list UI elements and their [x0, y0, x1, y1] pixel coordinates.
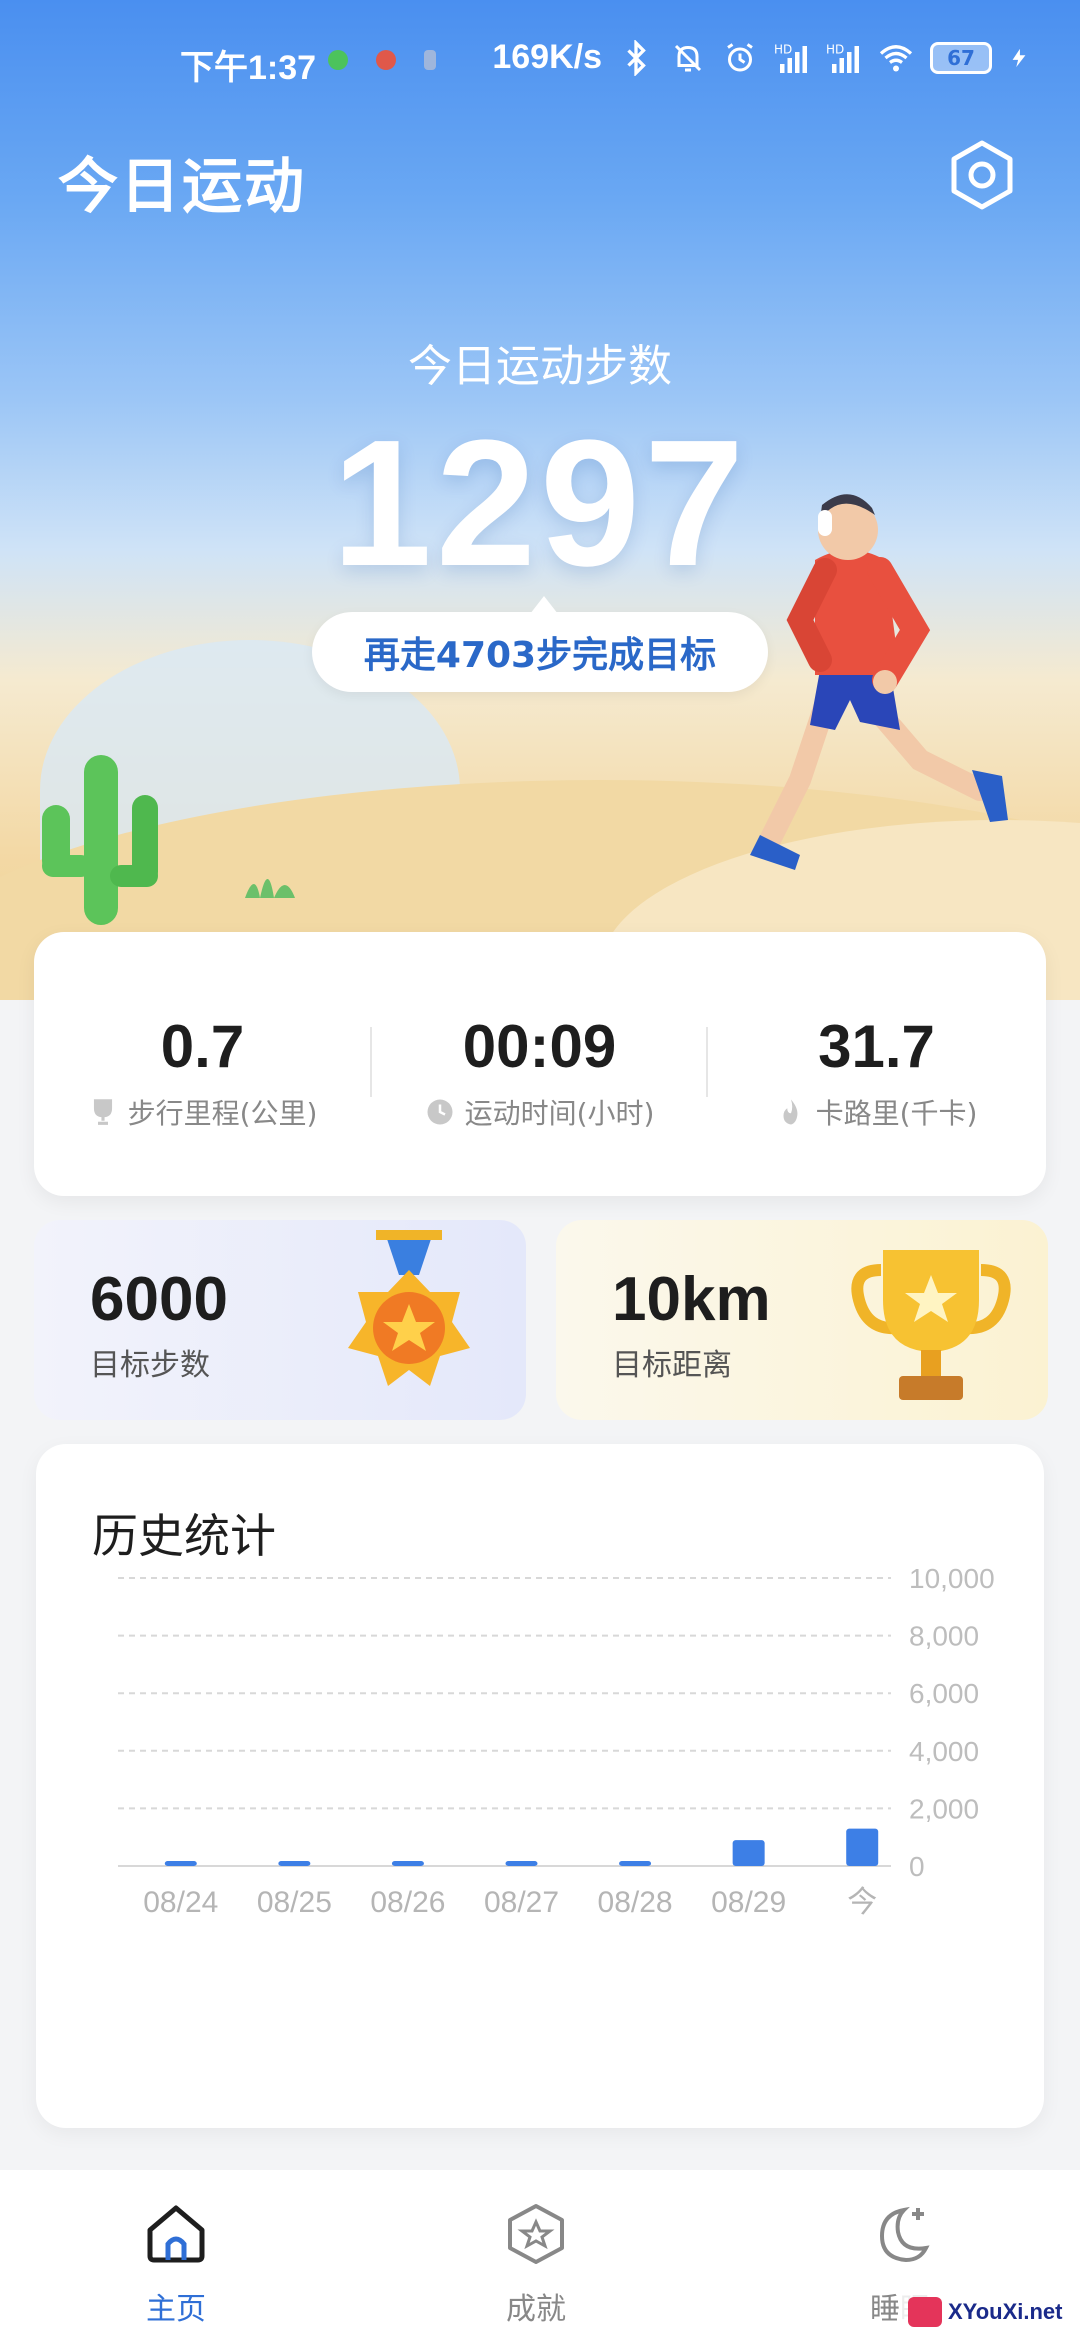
x-tick-label: 08/29 [711, 1886, 786, 1919]
nav-home-label: 主页 [146, 2292, 206, 2327]
stat-calories-label: 卡路里(千卡) [708, 1092, 1045, 1132]
stat-calories-value: 31.7 [818, 1013, 935, 1080]
trophy-cup-icon [851, 1250, 1011, 1400]
stat-duration: 00:09 运动时间(小时) [371, 932, 708, 1196]
stat-distance-value: 0.7 [160, 1013, 245, 1080]
x-tick-label: 08/27 [484, 1886, 559, 1919]
chart-bar[interactable] [278, 1861, 311, 1866]
x-tick-label: 08/28 [598, 1886, 673, 1919]
target-distance-value: 10km [612, 1265, 771, 1334]
target-steps-label: 目标步数 [90, 1348, 210, 1383]
stat-distance: 0.7 步行里程(公里) [34, 932, 371, 1196]
chart-bar[interactable] [391, 1861, 424, 1866]
battery-indicator: 67 [930, 41, 992, 74]
today-steps-value: 1297 [331, 403, 749, 604]
chart-bar[interactable] [164, 1861, 197, 1866]
target-distance-label: 目标距离 [612, 1348, 732, 1383]
settings-hex-icon[interactable] [945, 138, 1019, 212]
today-steps-label: 今日运动步数 [408, 341, 672, 392]
network-speed: 169K/s [492, 38, 602, 76]
site-watermark: XYouXi.net [900, 2290, 1070, 2334]
watermark-text: XYouXi.net [948, 2299, 1063, 2324]
chart-bar[interactable] [619, 1861, 652, 1866]
nav-achievements[interactable]: 成就 [436, 2198, 636, 2328]
status-time: 下午1:37 [180, 49, 317, 87]
status-right: 169K/s HD HD 67 [492, 38, 1030, 77]
y-tick-label: 10,000 [909, 1563, 995, 1594]
page-title: 今日运动 [58, 152, 306, 222]
alarm-icon [727, 42, 753, 71]
y-tick-label: 6,000 [909, 1678, 979, 1709]
stat-distance-label: 步行里程(公里) [34, 1092, 371, 1132]
y-tick-label: 8,000 [909, 1621, 979, 1652]
stat-duration-label: 运动时间(小时) [371, 1092, 708, 1132]
y-tick-label: 0 [909, 1851, 925, 1882]
y-tick-label: 4,000 [909, 1736, 979, 1767]
nav-achievements-label: 成就 [506, 2292, 566, 2327]
x-tick-label: 08/25 [257, 1886, 332, 1919]
app-notification-icon [376, 50, 396, 70]
target-steps-card[interactable]: 6000 目标步数 [34, 1220, 526, 1420]
moon-icon [879, 2206, 930, 2263]
wechat-notification-icon [328, 50, 348, 70]
wifi-icon [879, 44, 913, 71]
bluetooth-icon [627, 39, 646, 76]
notification-icons [328, 50, 436, 70]
cactus-illustration [42, 755, 158, 925]
signal-icon: HD [774, 42, 807, 73]
target-distance-card[interactable]: 10km 目标距离 [556, 1220, 1048, 1420]
y-tick-label: 2,000 [909, 1793, 979, 1824]
svg-text:HD: HD [826, 42, 844, 56]
stat-duration-value: 00:09 [462, 1013, 617, 1080]
mute-bell-icon [674, 44, 702, 71]
achievement-hex-icon [508, 2204, 564, 2264]
x-tick-label: 今 [847, 1886, 877, 1919]
chart-bar[interactable] [846, 1828, 879, 1866]
nav-home[interactable]: 主页 [76, 2198, 276, 2328]
x-tick-label: 08/24 [143, 1886, 218, 1919]
goal-remaining-pill: 再走4703步完成目标 [312, 596, 768, 692]
clock-icon [427, 1099, 453, 1125]
target-steps-value: 6000 [90, 1265, 228, 1334]
signal-icon-2: HD [826, 42, 859, 73]
flame-icon [783, 1099, 797, 1125]
history-card: 历史统计 10,000 8,000 6,000 4,000 2,000 0 08/24 08/… [36, 1444, 1044, 2128]
home-icon [147, 2205, 205, 2263]
history-bar-chart: 10,000 8,000 6,000 4,000 2,000 0 08/24 08/25 08/… [118, 1563, 995, 1919]
status-bar: 下午1:37 169K/s HD HD 67 [0, 28, 1080, 98]
goal-remaining-text: 再走4703步完成目标 [363, 635, 717, 676]
x-tick-label: 08/26 [370, 1886, 445, 1919]
watermark-logo-icon [908, 2297, 942, 2327]
today-stats-card: 0.7 步行里程(公里) 00:09 运动时间(小时) 31.7 卡路里(千卡) [34, 932, 1046, 1196]
grass-illustration [245, 879, 295, 898]
charging-icon [1012, 48, 1026, 67]
small-notification-icon [424, 50, 436, 70]
chart-bar[interactable] [505, 1861, 538, 1866]
svg-text:HD: HD [774, 42, 792, 56]
medal-icon [348, 1230, 470, 1386]
chart-bar[interactable] [732, 1840, 765, 1866]
stat-calories: 31.7 卡路里(千卡) [708, 932, 1045, 1196]
trophy-icon [93, 1099, 112, 1125]
